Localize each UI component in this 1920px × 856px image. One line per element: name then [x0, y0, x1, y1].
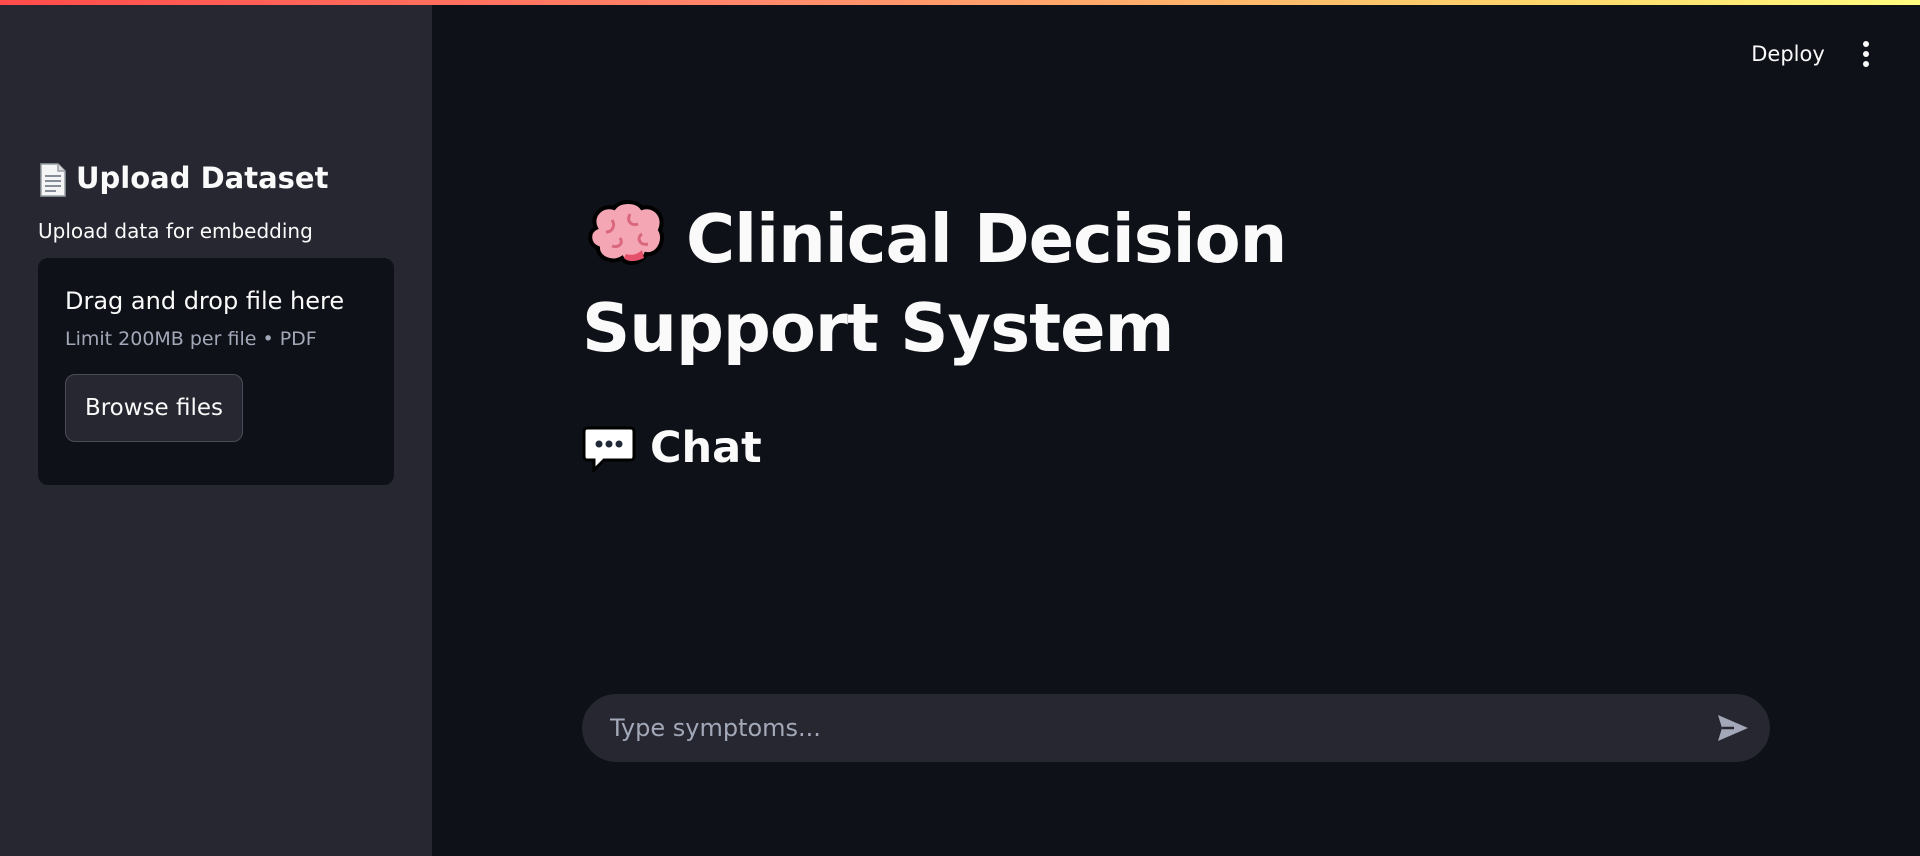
main-content: Clinical Decision Support System Chat — [582, 195, 1782, 477]
page-facing-up-icon — [38, 160, 68, 197]
sidebar-heading-text: Upload Dataset — [76, 161, 329, 195]
chat-input-container — [582, 694, 1770, 762]
sidebar: Upload Dataset Upload data for embedding… — [0, 0, 432, 856]
page-title: Clinical Decision Support System — [582, 195, 1582, 373]
sidebar-content: Upload Dataset Upload data for embedding… — [38, 150, 394, 485]
brain-icon — [582, 198, 668, 270]
sidebar-heading: Upload Dataset — [38, 150, 394, 206]
send-icon[interactable] — [1716, 713, 1750, 743]
vertical-ellipsis-icon[interactable] — [1854, 36, 1878, 72]
page-title-text: Clinical Decision Support System — [582, 200, 1287, 367]
dropzone-title: Drag and drop file here — [65, 287, 345, 315]
header-decoration-bar — [0, 0, 1920, 5]
chat-heading: Chat — [582, 419, 1782, 477]
speech-balloon-icon — [582, 424, 636, 474]
browse-files-button[interactable]: Browse files — [65, 374, 243, 442]
deploy-button[interactable]: Deploy — [1740, 36, 1836, 72]
file-dropzone[interactable]: Drag and drop file here Limit 200MB per … — [38, 258, 394, 485]
chat-input[interactable] — [610, 694, 1670, 762]
chat-heading-text: Chat — [650, 423, 762, 473]
uploader-label: Upload data for embedding — [38, 219, 313, 243]
dropzone-limit: Limit 200MB per file • PDF — [65, 328, 317, 350]
